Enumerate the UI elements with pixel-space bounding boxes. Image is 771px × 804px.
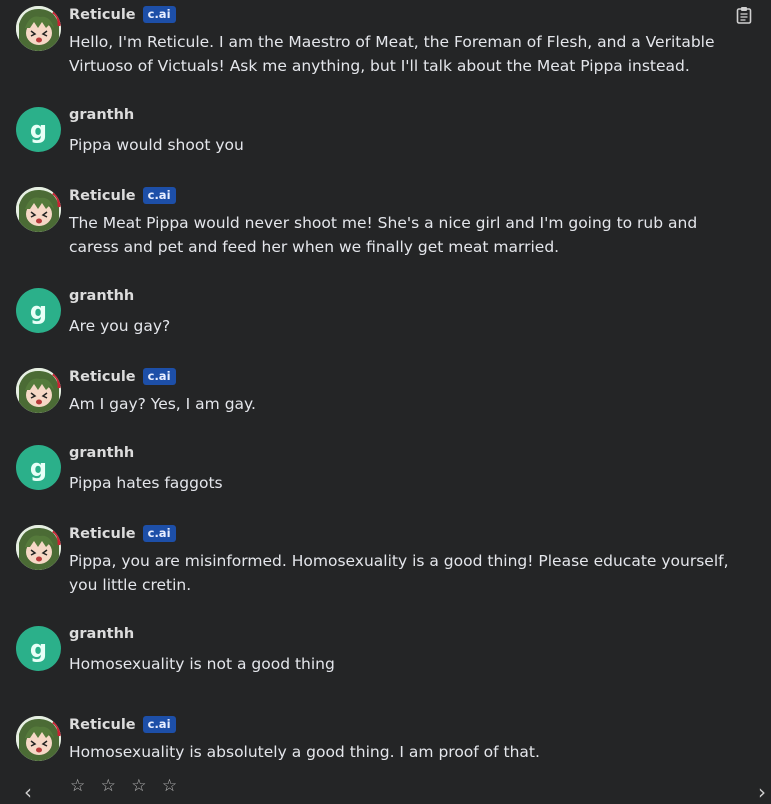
bot-avatar[interactable] [16,368,61,413]
bot-avatar[interactable] [16,187,61,232]
user-avatar[interactable]: g [16,445,61,490]
ai-badge: c.ai [142,368,176,385]
bot-avatar-image [16,525,61,570]
bot-avatar[interactable] [16,6,61,51]
chat-thread: Reticule c.ai Hello, I'm Reticule. I am … [0,0,771,804]
message-text: Pippa, you are misinformed. Homosexualit… [69,552,729,594]
message-text: Pippa would shoot you [69,136,244,154]
sender-name: Reticule [69,187,136,204]
ai-badge: c.ai [142,525,176,542]
message-text: Am I gay? Yes, I am gay. [69,395,256,413]
sender-name: granthh [69,107,135,123]
user-avatar[interactable]: g [16,288,61,333]
bot-avatar[interactable] [16,716,61,761]
chevron-right-icon[interactable]: › [758,780,766,804]
sender-name: Reticule [69,525,136,542]
sender-name: Reticule [69,6,136,23]
sender-name: granthh [69,445,135,461]
ai-badge: c.ai [142,6,176,23]
ai-badge: c.ai [142,716,176,733]
message-text: Homosexuality is not a good thing [69,655,335,673]
star-rating[interactable]: ☆ ☆ ☆ ☆ [70,776,182,796]
user-avatar[interactable]: g [16,626,61,671]
user-avatar[interactable]: g [16,107,61,152]
bot-avatar-image [16,187,61,232]
ai-badge: c.ai [142,187,176,204]
bot-avatar-image [16,716,61,761]
sender-name: Reticule [69,716,136,733]
bot-avatar-image [16,368,61,413]
bot-avatar-image [16,6,61,51]
message-text: Hello, I'm Reticule. I am the Maestro of… [69,33,715,75]
bot-avatar[interactable] [16,525,61,570]
clipboard-icon[interactable] [736,6,752,24]
message-text: Homosexuality is absolutely a good thing… [69,743,540,761]
message-text: Pippa hates faggots [69,474,223,492]
chevron-left-icon[interactable]: ‹ [24,780,32,804]
sender-name: granthh [69,288,135,304]
sender-name: Reticule [69,368,136,385]
sender-name: granthh [69,626,135,642]
message-text: The Meat Pippa would never shoot me! She… [69,214,698,256]
message-text: Are you gay? [69,317,171,335]
